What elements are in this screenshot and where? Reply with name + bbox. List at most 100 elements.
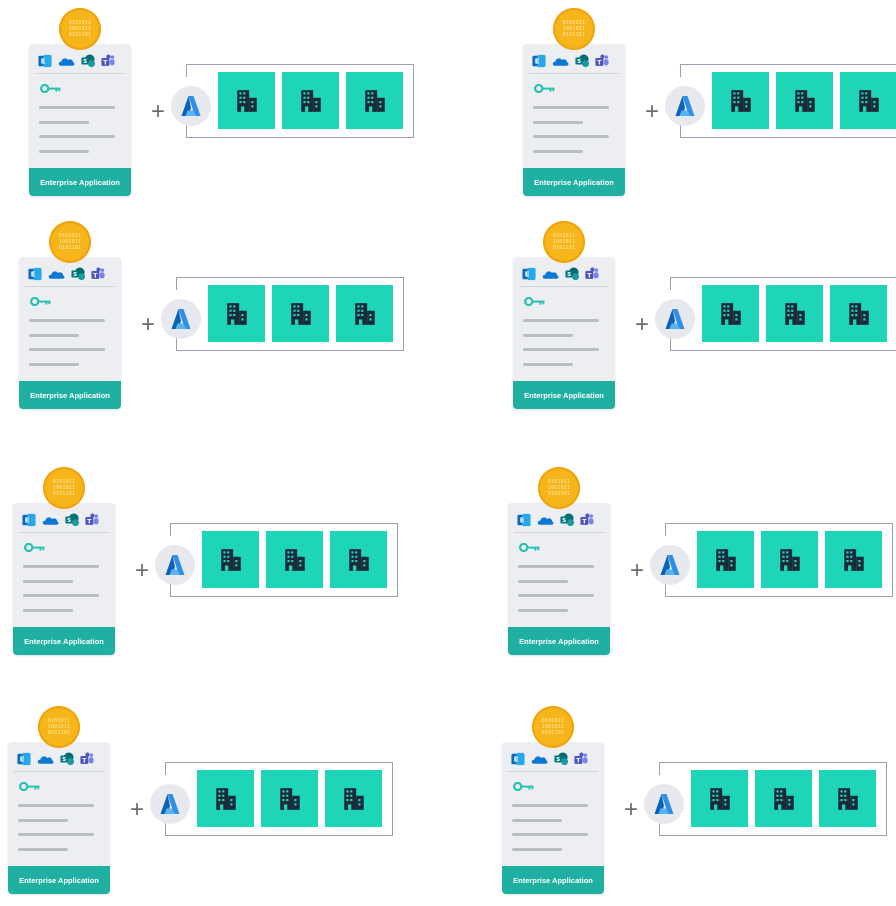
placeholder-line (39, 106, 115, 109)
exchange-icon (22, 513, 36, 527)
card-footer: Enterprise Application (513, 381, 615, 409)
card-divider (514, 532, 604, 533)
organization-tile (712, 72, 769, 129)
azure-icon (655, 299, 695, 339)
organization-tile (208, 285, 265, 342)
placeholder-line (512, 848, 562, 851)
enterprise-application-card: Enterprise Application (8, 742, 110, 894)
organization-tile (697, 531, 754, 588)
card-footer: Enterprise Application (523, 168, 625, 196)
key-icon (30, 297, 52, 306)
binary-coin-icon: 0101011 1001011 0101101 (49, 221, 91, 263)
license-tile: 0101011 1001011 0101101 Enterprise Appli… (29, 8, 459, 208)
plus-sign: + (135, 557, 150, 584)
organization-tile (840, 72, 896, 129)
organization-tile (761, 531, 818, 588)
card-divider (519, 286, 609, 287)
card-footer: Enterprise Application (502, 866, 604, 894)
plus-sign: + (624, 796, 639, 823)
teams-icon (580, 513, 594, 527)
placeholder-line (29, 363, 79, 366)
license-tile: 0101011 1001011 0101101 Enterprise Appli… (8, 706, 438, 906)
card-footer-label: Enterprise Application (519, 636, 599, 646)
building-icon (856, 88, 882, 114)
teams-icon (80, 752, 94, 766)
app-icons-row (517, 513, 594, 527)
building-icon (298, 88, 324, 114)
exchange-icon (532, 54, 546, 68)
teams-icon (91, 267, 105, 281)
binary-coin-icon: 0101011 1001011 0101101 (553, 8, 595, 50)
sharepoint-icon (575, 54, 589, 68)
card-footer-label: Enterprise Application (513, 875, 593, 885)
azure-icon (150, 784, 190, 824)
building-icon (282, 547, 308, 573)
sharepoint-icon (60, 752, 74, 766)
organization-tile (766, 285, 823, 342)
card-footer: Enterprise Application (29, 168, 131, 196)
placeholder-line (18, 819, 68, 822)
key-icon (524, 297, 546, 306)
app-icons-row (522, 267, 599, 281)
placeholder-line (23, 594, 99, 597)
binary-coin-icon: 0101011 1001011 0101101 (532, 706, 574, 748)
placeholder-line (18, 848, 68, 851)
placeholder-line (39, 150, 89, 153)
sharepoint-icon (554, 752, 568, 766)
app-icons-row (28, 267, 105, 281)
building-icon (713, 547, 739, 573)
plus-sign: + (130, 796, 145, 823)
organization-tile (202, 531, 259, 588)
placeholder-line (523, 334, 573, 337)
azure-icon (155, 545, 195, 585)
organization-tile (819, 770, 876, 827)
app-icons-row (38, 54, 115, 68)
key-icon (513, 782, 535, 791)
key-icon (19, 782, 41, 791)
exchange-icon (517, 513, 531, 527)
onedrive-icon (42, 514, 59, 526)
placeholder-line (533, 135, 609, 138)
organization-tile (272, 285, 329, 342)
placeholder-line (523, 363, 573, 366)
building-icon (352, 301, 378, 327)
organization-tile (197, 770, 254, 827)
binary-coin-icon: 0101011 1001011 0101101 (538, 467, 580, 509)
enterprise-application-card: Enterprise Application (513, 257, 615, 409)
enterprise-application-card: Enterprise Application (523, 44, 625, 196)
plus-sign: + (635, 311, 650, 338)
organization-tile (755, 770, 812, 827)
placeholder-line (518, 580, 568, 583)
organization-tile (261, 770, 318, 827)
building-icon (213, 786, 239, 812)
building-icon (346, 547, 372, 573)
sharepoint-icon (565, 267, 579, 281)
license-tile: 0101011 1001011 0101101 Enterprise Appli… (523, 8, 896, 208)
key-icon (40, 84, 62, 93)
organization-tile (282, 72, 339, 129)
license-tile: 0101011 1001011 0101101 Enterprise Appli… (19, 221, 449, 421)
building-icon (777, 547, 803, 573)
organization-tile (825, 531, 882, 588)
card-divider (529, 73, 619, 74)
placeholder-line (29, 334, 79, 337)
onedrive-icon (537, 514, 554, 526)
card-footer: Enterprise Application (13, 627, 115, 655)
exchange-icon (28, 267, 42, 281)
azure-icon (644, 784, 684, 824)
placeholder-line (523, 319, 599, 322)
organization-tile (702, 285, 759, 342)
teams-icon (585, 267, 599, 281)
placeholder-line (512, 804, 588, 807)
onedrive-icon (552, 55, 569, 67)
building-icon (224, 301, 250, 327)
card-footer-label: Enterprise Application (40, 177, 120, 187)
building-icon (728, 88, 754, 114)
card-footer: Enterprise Application (508, 627, 610, 655)
coin-line: 0101101 (68, 32, 92, 38)
placeholder-line (518, 609, 568, 612)
enterprise-application-card: Enterprise Application (508, 503, 610, 655)
placeholder-line (23, 580, 73, 583)
placeholder-line (18, 804, 94, 807)
sharepoint-icon (560, 513, 574, 527)
